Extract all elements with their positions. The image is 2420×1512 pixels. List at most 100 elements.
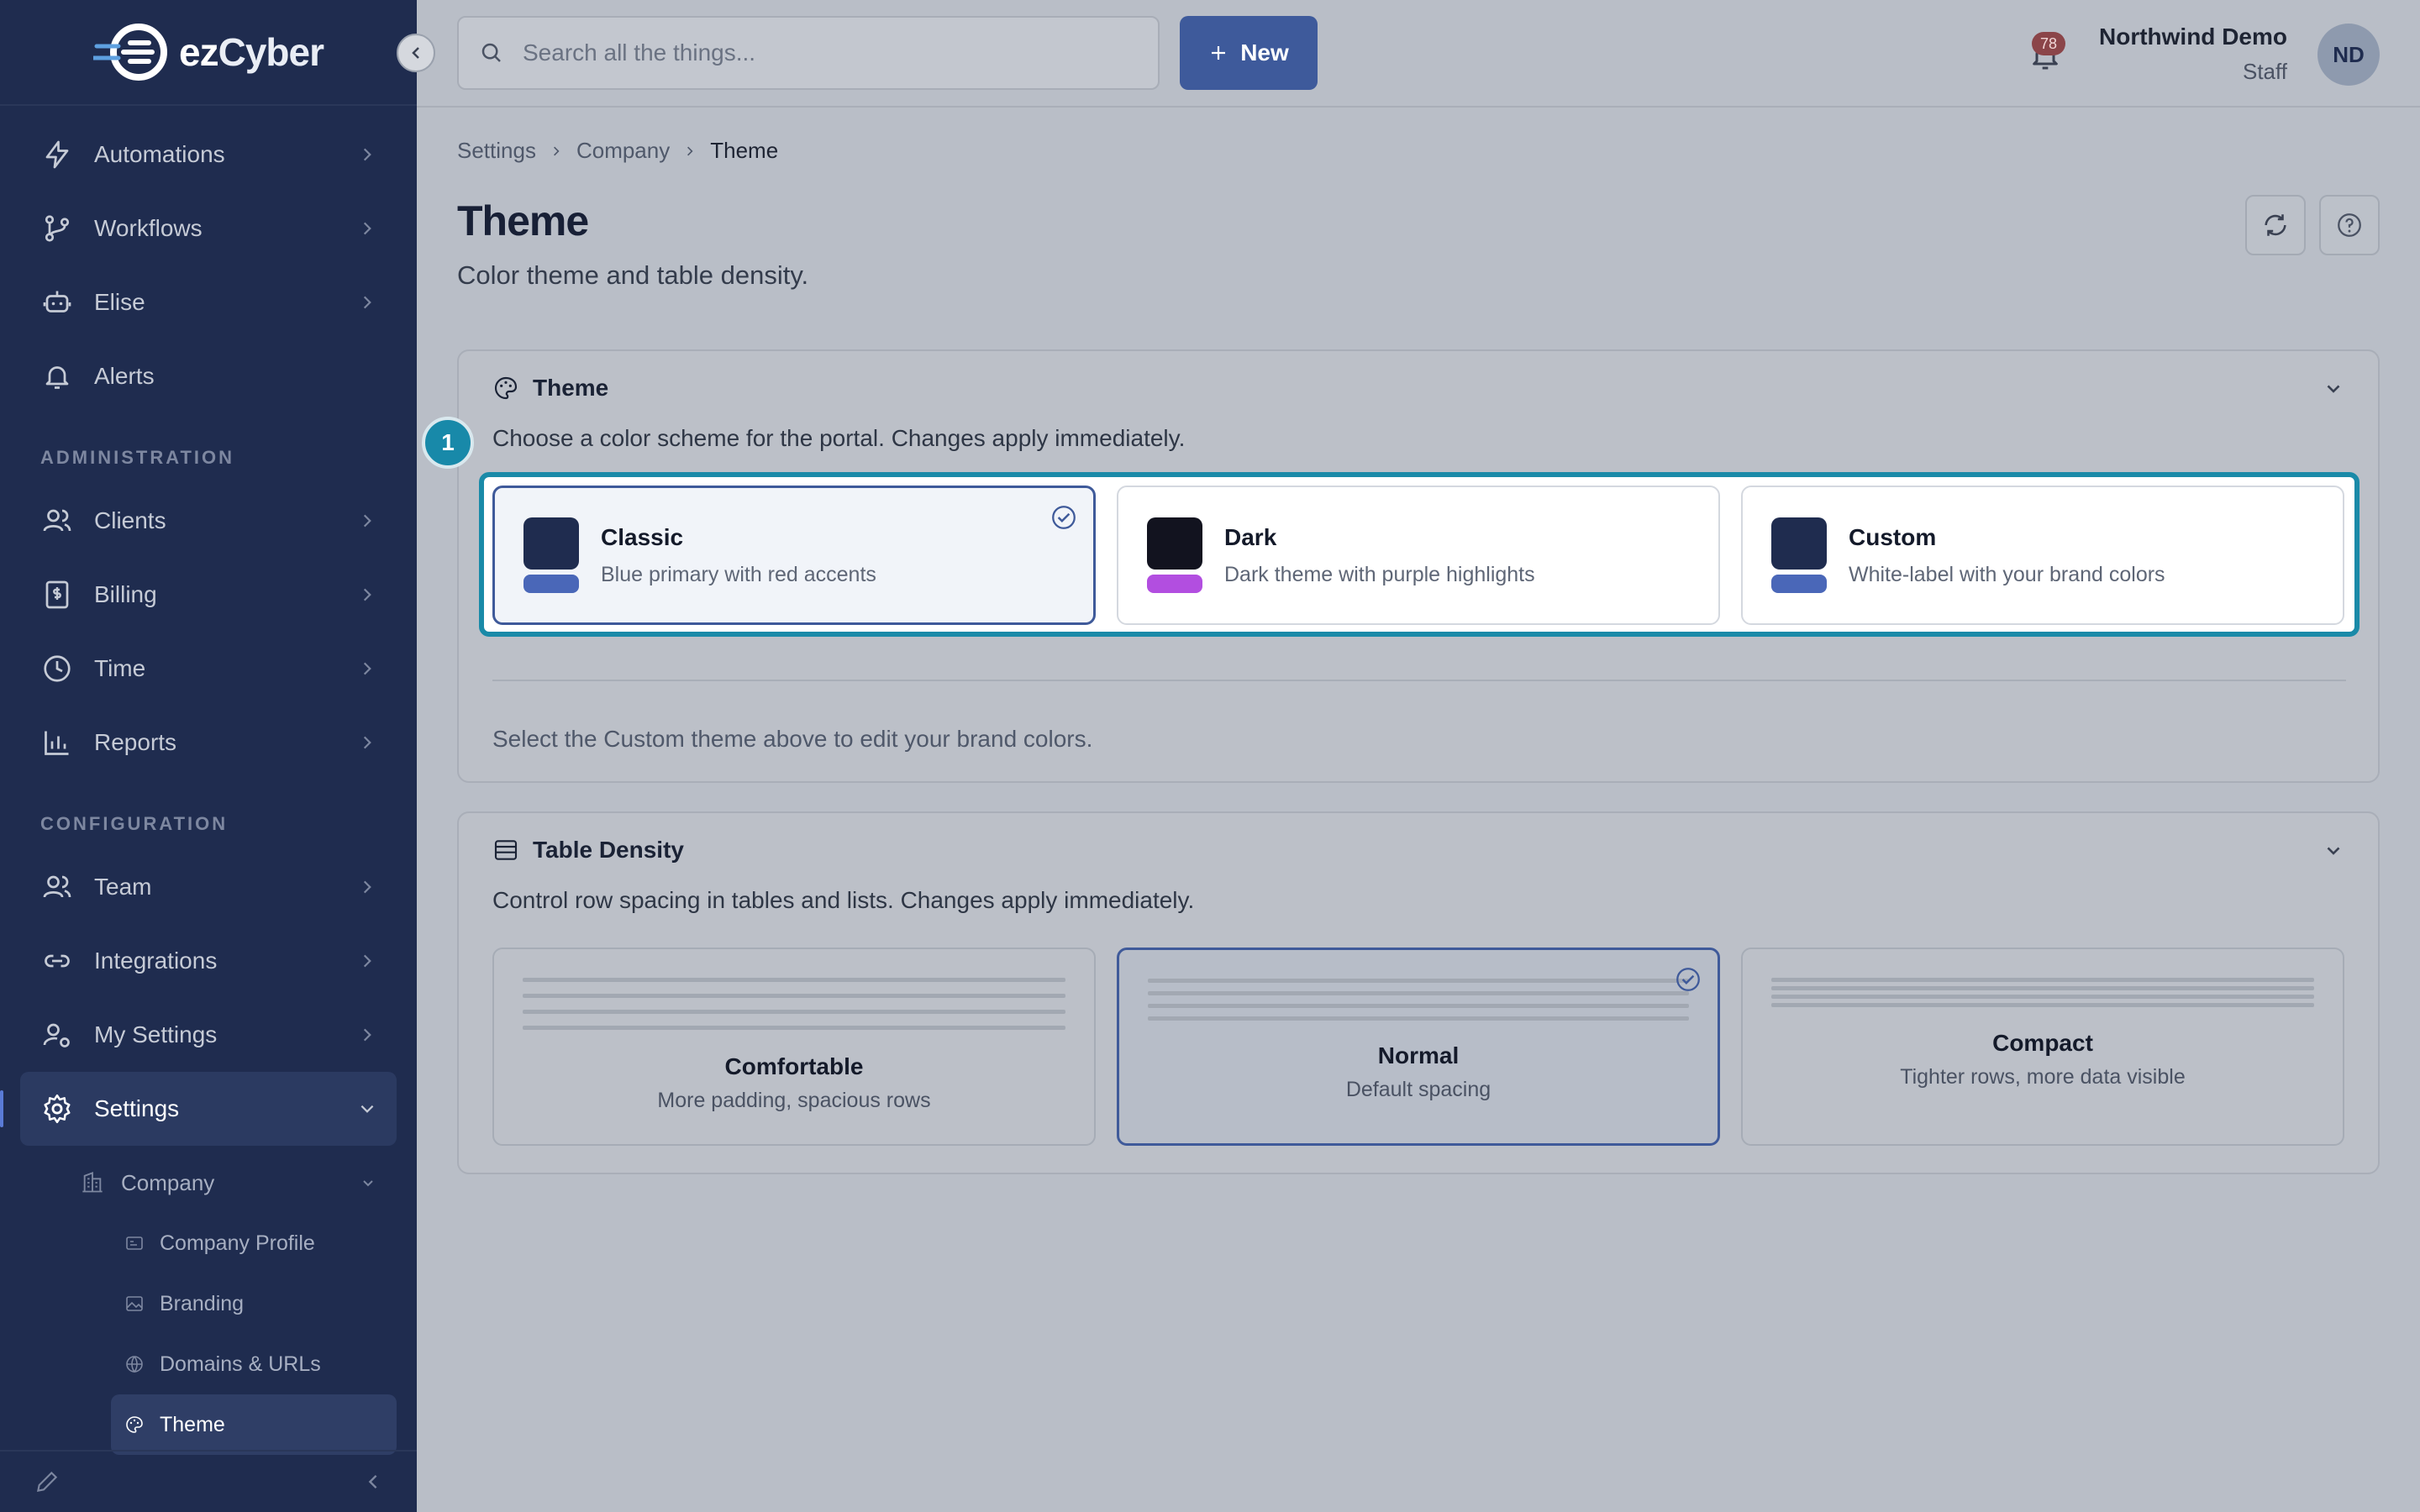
density-option-compact[interactable]: Compact Tighter rows, more data visible <box>1741 948 2344 1146</box>
theme-option-dark[interactable]: Dark Dark theme with purple highlights <box>1117 486 1720 625</box>
chevron-down-icon[interactable] <box>2323 839 2344 861</box>
chevron-right-icon <box>363 296 371 309</box>
image-icon <box>124 1294 145 1314</box>
step-marker: 1 <box>422 417 474 469</box>
sidebar-item-domains[interactable]: Domains & URLs <box>0 1334 417 1394</box>
chevron-right-icon <box>363 148 371 161</box>
pencil-icon[interactable] <box>34 1468 60 1495</box>
sidebar-item-company[interactable]: Company <box>0 1152 417 1213</box>
refresh-button[interactable] <box>2245 195 2306 255</box>
sidebar-collapse-button[interactable] <box>397 34 435 72</box>
chevron-down-icon <box>360 1105 374 1113</box>
chevron-right-icon <box>687 146 693 155</box>
user-name[interactable]: Northwind Demo <box>2099 24 2287 50</box>
chevron-right-icon <box>363 662 371 675</box>
breadcrumb-company[interactable]: Company <box>576 138 670 164</box>
clock-icon <box>40 652 74 685</box>
sidebar-item-settings[interactable]: Settings <box>0 1072 397 1146</box>
topbar: Search all the things... New <box>417 0 2420 108</box>
user-gear-icon <box>40 1018 74 1052</box>
sidebar: ezCyber Automations Workflows Elise Aler… <box>0 0 435 1512</box>
chevron-right-icon <box>363 954 371 968</box>
help-button[interactable] <box>2319 195 2380 255</box>
sidebar-item-theme[interactable]: Theme <box>111 1394 397 1455</box>
globe-icon <box>124 1354 145 1374</box>
search-placeholder: Search all the things... <box>523 39 756 66</box>
table-icon <box>494 840 518 860</box>
sidebar-item-automations[interactable]: Automations <box>0 118 417 192</box>
chevron-right-icon <box>363 222 371 235</box>
chevron-down-icon[interactable] <box>2323 377 2344 399</box>
gear-icon <box>40 1092 74 1126</box>
density-option-normal[interactable]: Normal Default spacing <box>1117 948 1720 1146</box>
logo[interactable]: ezCyber <box>0 0 417 106</box>
theme-option-classic[interactable]: Classic Blue primary with red accents <box>492 486 1096 625</box>
palette-icon <box>494 376 518 400</box>
custom-theme-hint: Select the Custom theme above to edit yo… <box>492 726 1093 752</box>
density-preview <box>523 978 1065 1030</box>
color-swatch <box>1147 517 1202 593</box>
theme-card-description: Choose a color scheme for the portal. Ch… <box>492 425 1186 451</box>
density-preview <box>1148 979 1689 1021</box>
breadcrumb-theme: Theme <box>710 138 779 163</box>
sidebar-item-alerts[interactable]: Alerts <box>0 339 417 413</box>
table-density-description: Control row spacing in tables and lists.… <box>492 887 1195 913</box>
users-icon <box>40 504 74 538</box>
notification-badge: 78 <box>2032 32 2065 55</box>
help-icon <box>2338 213 2361 237</box>
chevron-right-icon <box>363 588 371 601</box>
sidebar-item-team[interactable]: Team <box>0 850 417 924</box>
check-circle-icon <box>1676 968 1700 991</box>
plus-icon <box>1212 46 1226 60</box>
sidebar-item-workflows[interactable]: Workflows <box>0 192 417 265</box>
theme-card-header[interactable]: Theme <box>459 351 2378 425</box>
chevron-right-icon <box>363 880 371 894</box>
theme-option-custom[interactable]: Custom White-label with your brand color… <box>1741 486 2344 625</box>
table-density-title: Table Density <box>533 837 684 863</box>
breadcrumb: Settings Company Theme <box>457 138 778 164</box>
search-input[interactable]: Search all the things... <box>457 16 1160 90</box>
sidebar-item-branding[interactable]: Branding <box>0 1273 417 1334</box>
avatar[interactable]: ND <box>2317 24 2380 86</box>
sidebar-item-company-profile[interactable]: Company Profile <box>0 1213 417 1273</box>
id-card-icon <box>124 1233 145 1253</box>
ezcyber-logo: ezCyber <box>93 23 324 81</box>
breadcrumb-settings[interactable]: Settings <box>457 138 536 164</box>
section-title-configuration: CONFIGURATION <box>40 813 229 834</box>
sidebar-item-elise[interactable]: Elise <box>0 265 417 339</box>
sidebar-item-my-settings[interactable]: My Settings <box>0 998 417 1072</box>
color-swatch <box>1771 517 1827 593</box>
chevron-left-icon[interactable] <box>363 1472 383 1492</box>
new-button[interactable]: New <box>1180 16 1318 90</box>
theme-card-title: Theme <box>533 375 609 401</box>
density-option-comfortable[interactable]: Comfortable More padding, spacious rows <box>492 948 1096 1146</box>
density-preview <box>1771 978 2314 1007</box>
page-title: Theme <box>457 197 589 244</box>
chevron-right-icon <box>363 514 371 528</box>
branch-icon <box>40 212 74 245</box>
divider <box>492 680 2346 681</box>
sidebar-item-integrations[interactable]: Integrations <box>0 924 417 998</box>
chevron-right-icon <box>363 736 371 749</box>
sidebar-nav: Automations Workflows Elise Alerts ADMIN… <box>0 106 417 1455</box>
sidebar-item-billing[interactable]: Billing <box>0 558 417 632</box>
dollar-icon <box>40 578 74 612</box>
logo-e-icon <box>93 24 167 81</box>
sidebar-item-clients[interactable]: Clients <box>0 484 417 558</box>
sidebar-item-reports[interactable]: Reports <box>0 706 417 780</box>
color-swatch <box>523 517 579 593</box>
chevron-right-icon <box>553 146 560 155</box>
sidebar-footer <box>0 1450 417 1512</box>
robot-icon <box>40 286 74 319</box>
chevron-right-icon <box>363 1028 371 1042</box>
bolt-icon <box>40 138 74 171</box>
sidebar-item-time[interactable]: Time <box>0 632 417 706</box>
building-icon <box>81 1171 104 1194</box>
page-subtitle: Color theme and table density. <box>457 260 809 290</box>
chevron-left-icon <box>412 47 419 59</box>
link-icon <box>40 944 74 978</box>
search-icon <box>481 43 501 62</box>
section-title-administration: ADMINISTRATION <box>40 447 235 468</box>
chevron-down-icon <box>363 1180 373 1187</box>
table-density-header[interactable]: Table Density <box>459 813 2378 887</box>
